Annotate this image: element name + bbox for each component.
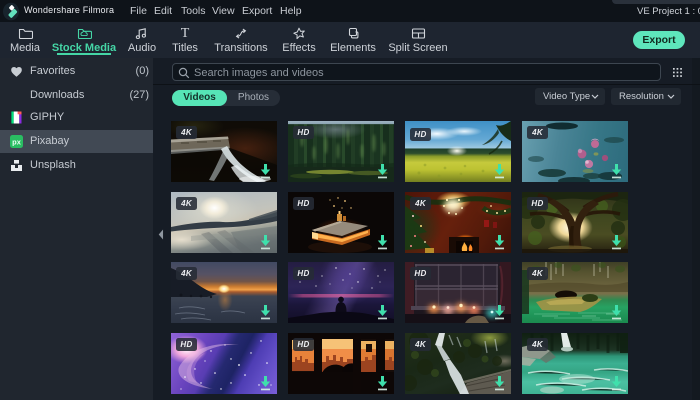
svg-text:px: px	[12, 138, 22, 147]
